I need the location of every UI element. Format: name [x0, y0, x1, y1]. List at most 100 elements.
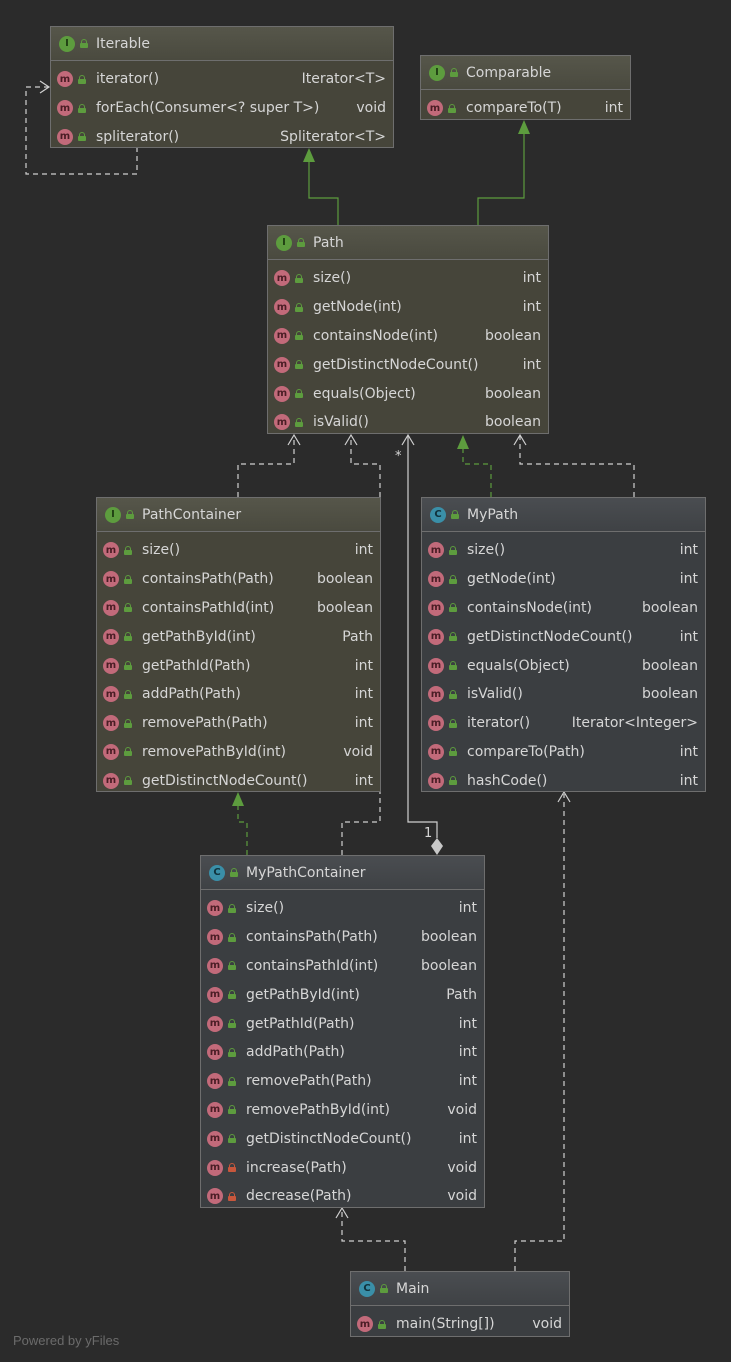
method-row[interactable]: m containsNode(int) boolean	[422, 594, 705, 623]
method-name: size()	[246, 900, 285, 917]
method-row[interactable]: m isValid() boolean	[268, 408, 548, 437]
method-row[interactable]: m containsPath(Path) boolean	[97, 565, 380, 594]
path-extends-iterable	[308, 160, 339, 225]
public-lock-icon	[449, 632, 457, 642]
method-row[interactable]: m size() int	[422, 536, 705, 565]
method-return-type: int	[354, 686, 373, 703]
method-row[interactable]: m hashCode() int	[422, 766, 705, 795]
method-icon: m	[428, 542, 444, 559]
method-name: increase(Path)	[246, 1159, 347, 1176]
method-row[interactable]: m equals(Object) boolean	[422, 651, 705, 680]
method-return-type: int	[354, 657, 373, 674]
public-lock-icon	[228, 990, 236, 1000]
method-icon: m	[57, 128, 73, 145]
method-row[interactable]: m containsPathId(int) boolean	[97, 594, 380, 623]
method-row[interactable]: m equals(Object) boolean	[268, 379, 548, 408]
method-row[interactable]: m getPathById(int) Path	[97, 622, 380, 651]
aggregation-diamond	[431, 838, 443, 855]
method-return-type: void	[532, 1316, 562, 1333]
method-row[interactable]: m increase(Path) void	[201, 1153, 484, 1182]
public-lock-icon	[449, 718, 457, 728]
public-lock-icon	[228, 1105, 236, 1115]
public-lock-icon	[378, 1319, 386, 1329]
method-row[interactable]: m isValid() boolean	[422, 680, 705, 709]
class-iterable[interactable]: I Iterable m iterator() Iterator<T> m forEach(…	[50, 26, 394, 148]
public-lock-icon	[228, 961, 236, 971]
method-icon: m	[207, 1073, 223, 1090]
public-lock-icon	[78, 103, 86, 113]
method-row[interactable]: m removePath(Path) int	[201, 1067, 484, 1096]
method-row[interactable]: m getDistinctNodeCount() int	[97, 766, 380, 795]
method-return-type: int	[679, 542, 698, 559]
method-return-type: boolean	[317, 571, 373, 588]
class-icon: C	[430, 506, 446, 523]
method-return-type: boolean	[485, 327, 541, 344]
method-name: containsPathId(int)	[142, 599, 275, 616]
method-icon: m	[207, 900, 223, 917]
public-lock-icon	[449, 747, 457, 757]
method-row[interactable]: m getDistinctNodeCount() int	[268, 350, 548, 379]
private-lock-icon	[228, 1163, 236, 1173]
method-row[interactable]: m size() int	[201, 894, 484, 923]
interface-icon: I	[276, 234, 292, 251]
method-row[interactable]: m compareTo(Path) int	[422, 738, 705, 767]
method-icon: m	[428, 599, 444, 616]
method-return-type: void	[447, 1188, 477, 1205]
method-return-type: boolean	[485, 385, 541, 402]
class-mypathcontainer[interactable]: C MyPathContainer m size() int m containsPath(…	[200, 855, 485, 1208]
public-lock-icon	[228, 1134, 236, 1144]
method-row[interactable]: m getDistinctNodeCount() int	[422, 622, 705, 651]
path-extends-comparable	[477, 132, 525, 225]
method-row[interactable]: m getPathId(Path) int	[97, 651, 380, 680]
method-name: iterator()	[96, 71, 160, 88]
class-path[interactable]: I Path m size() int m getNode(int) int m contains…	[267, 225, 549, 434]
method-row[interactable]: m addPath(Path) int	[201, 1038, 484, 1067]
class-name: PathContainer	[142, 506, 242, 523]
method-row[interactable]: m containsPathId(int) boolean	[201, 952, 484, 981]
method-row[interactable]: m getPathById(int) Path	[201, 980, 484, 1009]
method-return-type: int	[604, 100, 623, 117]
public-lock-icon	[297, 238, 305, 247]
method-name: main(String[])	[396, 1316, 495, 1333]
method-return-type: Iterator<T>	[301, 71, 386, 88]
method-return-type: boolean	[317, 599, 373, 616]
method-row[interactable]: m forEach(Consumer<? super T>) void	[51, 94, 393, 123]
method-icon: m	[428, 657, 444, 674]
method-row[interactable]: m addPath(Path) int	[97, 680, 380, 709]
main-uses-mypath	[514, 794, 565, 1271]
method-row[interactable]: m containsPath(Path) boolean	[201, 923, 484, 952]
method-return-type: void	[447, 1101, 477, 1118]
method-return-type: boolean	[421, 957, 477, 974]
method-name: isValid()	[467, 686, 523, 703]
public-lock-icon	[449, 689, 457, 699]
method-name: addPath(Path)	[142, 686, 241, 703]
method-row[interactable]: m size() int	[97, 536, 380, 565]
method-row[interactable]: m getNode(int) int	[422, 565, 705, 594]
class-mypath[interactable]: C MyPath m size() int m getNode(int) int m contai…	[421, 497, 706, 792]
method-name: containsPath(Path)	[142, 571, 274, 588]
method-row[interactable]: m removePath(Path) int	[97, 709, 380, 738]
method-row[interactable]: m iterator() Iterator<Integer>	[422, 709, 705, 738]
method-name: getPathById(int)	[246, 986, 360, 1003]
method-row[interactable]: m containsNode(int) boolean	[268, 322, 548, 351]
class-comparable[interactable]: I Comparable m compareTo(T) int	[420, 55, 631, 120]
method-row[interactable]: m decrease(Path) void	[201, 1182, 484, 1211]
method-icon: m	[103, 571, 119, 588]
public-lock-icon	[295, 389, 303, 399]
mypath-uses-path	[519, 436, 635, 497]
interface-icon: I	[59, 35, 75, 52]
method-row[interactable]: m compareTo(T) int	[421, 94, 630, 123]
method-name: containsPath(Path)	[246, 929, 378, 946]
method-row[interactable]: m iterator() Iterator<T>	[51, 65, 393, 94]
method-row[interactable]: m removePathById(int) void	[201, 1096, 484, 1125]
class-main[interactable]: C Main m main(String[]) void	[350, 1271, 570, 1337]
method-row[interactable]: m spliterator() Spliterator<T>	[51, 123, 393, 152]
method-row[interactable]: m getDistinctNodeCount() int	[201, 1124, 484, 1153]
method-row[interactable]: m size() int	[268, 264, 548, 293]
method-row[interactable]: m getPathId(Path) int	[201, 1009, 484, 1038]
method-row[interactable]: m main(String[]) void	[351, 1310, 569, 1339]
method-row[interactable]: m removePathById(int) void	[97, 738, 380, 767]
method-return-type: int	[458, 1015, 477, 1032]
method-row[interactable]: m getNode(int) int	[268, 293, 548, 322]
class-pathcontainer[interactable]: I PathContainer m size() int m containsPath(Pa…	[96, 497, 381, 792]
